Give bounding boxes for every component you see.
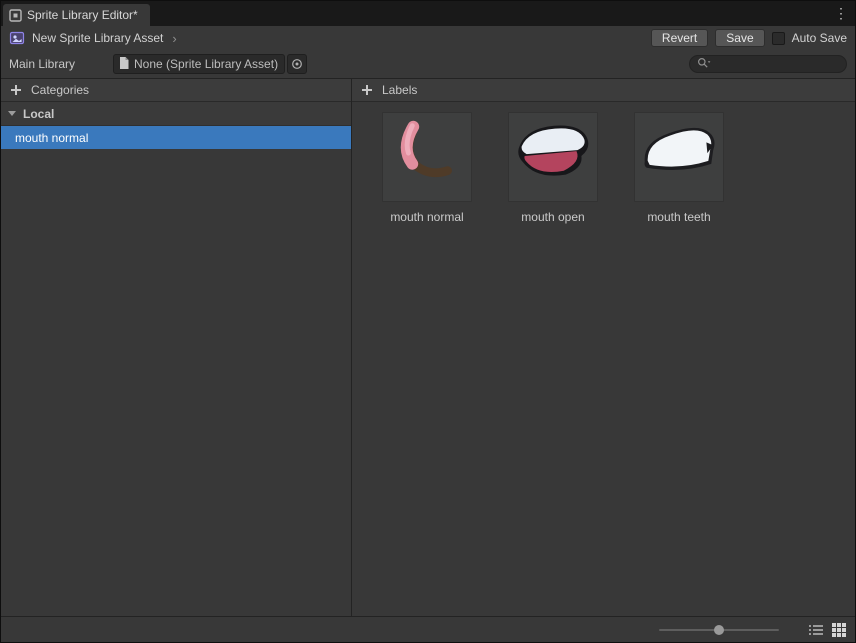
panels: Categories Local mouth normal Labels mou… [1,78,855,616]
sprite-thumbnail-mouth-open [508,112,598,202]
thumbnail-size-slider[interactable] [659,623,779,637]
revert-button[interactable]: Revert [650,29,709,47]
add-category-button[interactable] [10,84,22,96]
search-field[interactable] [689,55,847,73]
view-mode-icons [809,622,846,637]
main-library-object-field[interactable]: None (Sprite Library Asset) [113,54,285,74]
save-button[interactable]: Save [715,29,765,47]
labels-grid: mouth normal mouth open mouth teeth [352,102,855,234]
object-picker-button[interactable] [287,54,307,74]
label-name: mouth teeth [647,210,711,224]
categories-header-label: Categories [31,83,90,97]
category-group-local[interactable]: Local [1,102,351,126]
sprite-thumbnail-mouth-normal [382,112,472,202]
kebab-menu-icon[interactable]: ⋮ [834,3,848,23]
asset-file-icon [119,56,129,72]
label-name: mouth open [521,210,585,224]
categories-panel: Categories Local mouth normal [1,79,352,616]
tab-title: Sprite Library Editor* [27,8,138,22]
search-input[interactable] [715,56,839,72]
sprite-library-editor-window: Sprite Library Editor* ⋮ New Sprite Libr… [0,0,856,643]
auto-save-label: Auto Save [791,31,847,45]
tab-bar: Sprite Library Editor* ⋮ [1,1,855,26]
label-name: mouth normal [390,210,464,224]
foldout-triangle-icon [8,111,16,116]
breadcrumb-chevron-icon: › [172,30,177,46]
main-library-label: Main Library [9,57,76,71]
category-item-label: mouth normal [15,130,89,145]
sprite-thumbnail-mouth-teeth [634,112,724,202]
grid-view-icon[interactable] [832,622,846,637]
category-group-label: Local [23,106,55,121]
label-item-mouth-open[interactable]: mouth open [494,112,612,224]
tab-sprite-library-editor[interactable]: Sprite Library Editor* [3,4,150,26]
bottom-bar [1,616,855,642]
auto-save-checkbox[interactable] [771,31,785,45]
sprite-library-asset-icon [9,30,25,46]
sprite-library-editor-icon [9,8,22,22]
toolbar: New Sprite Library Asset › Revert Save A… [1,26,855,50]
toolbar-right: Revert Save Auto Save [650,29,847,47]
list-view-icon[interactable] [809,624,823,636]
slider-thumb[interactable] [714,624,724,635]
label-item-mouth-normal[interactable]: mouth normal [368,112,486,224]
category-item-mouth-normal[interactable]: mouth normal [1,126,351,149]
add-label-button[interactable] [361,84,373,96]
search-icon [697,57,711,72]
labels-header-label: Labels [382,83,418,97]
labels-panel: Labels mouth normal mouth open mouth tee… [352,79,855,616]
label-item-mouth-teeth[interactable]: mouth teeth [620,112,738,224]
categories-header: Categories [1,79,351,102]
object-field-value: None (Sprite Library Asset) [134,57,279,71]
main-library-row: Main Library None (Sprite Library Asset) [1,50,855,78]
breadcrumb-asset-name[interactable]: New Sprite Library Asset [32,31,163,45]
labels-header: Labels [352,79,855,102]
